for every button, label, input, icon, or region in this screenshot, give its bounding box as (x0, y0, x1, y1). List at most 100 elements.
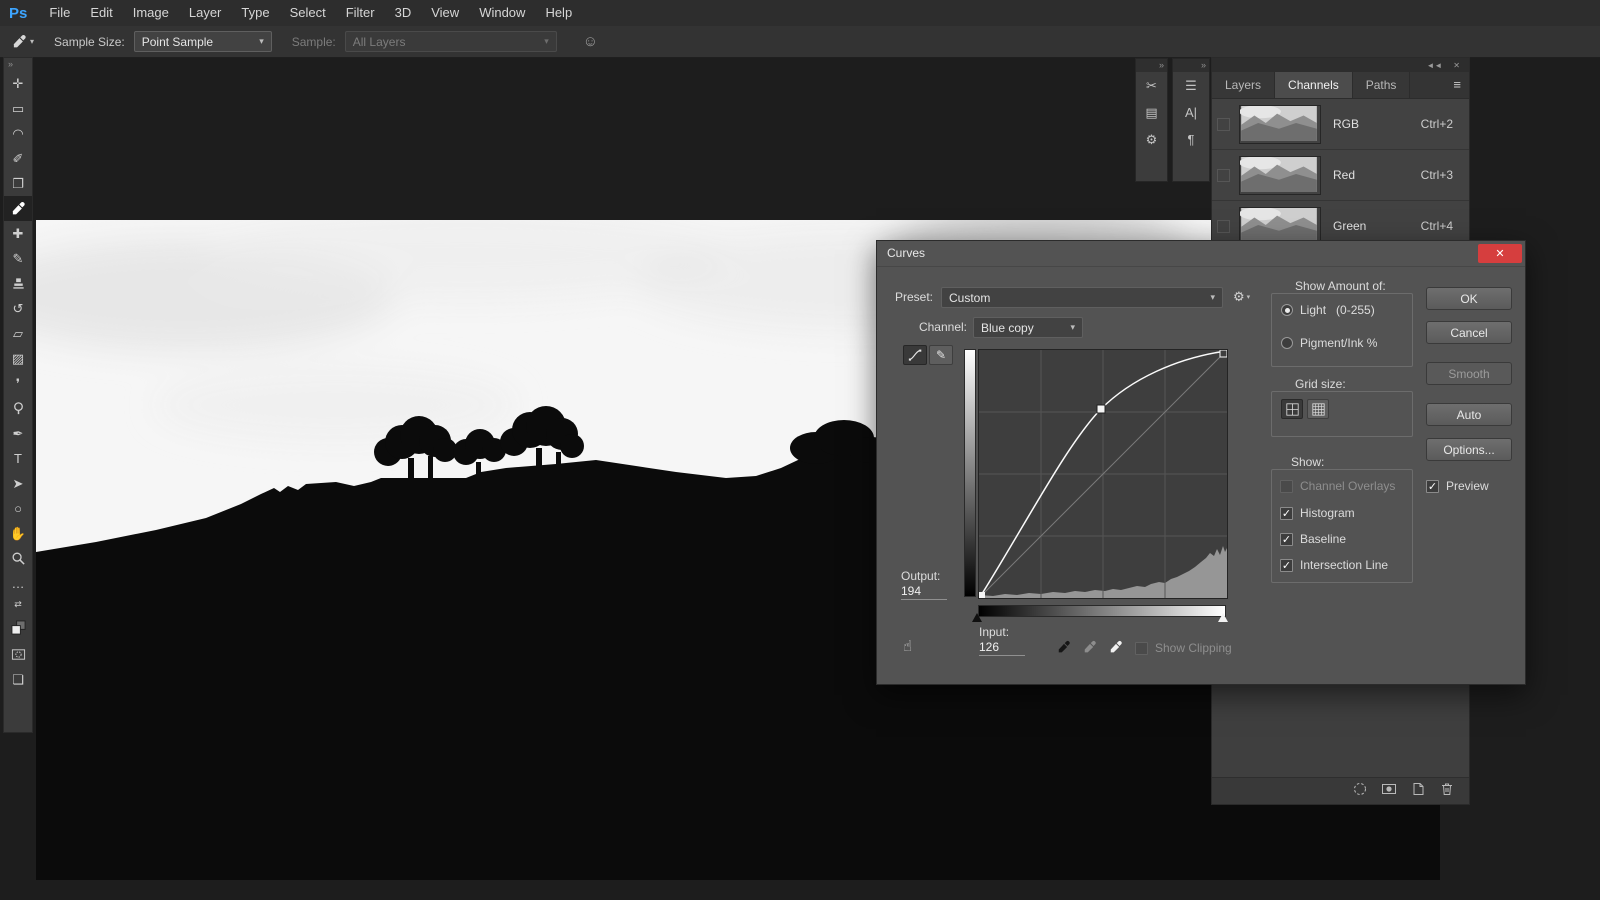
sliders-icon[interactable]: ☰ (1173, 72, 1209, 99)
black-point-eyedropper-icon[interactable] (1053, 637, 1075, 657)
shape-tool[interactable]: ○ (4, 496, 32, 521)
current-tool-button[interactable]: ▾ (12, 34, 34, 49)
sample-size-select[interactable]: Point Sample ▾ (134, 31, 272, 52)
history-brush-tool[interactable]: ↺ (4, 296, 32, 321)
visibility-toggle[interactable] (1217, 220, 1230, 233)
edit-points-button[interactable] (903, 345, 927, 365)
quick-select-tool[interactable]: ✐ (4, 146, 32, 171)
scissors-icon[interactable]: ✂ (1136, 72, 1167, 99)
eraser-tool[interactable]: ▱ (4, 321, 32, 346)
grid-panel-icon[interactable]: ▤ (1136, 99, 1167, 126)
menu-view[interactable]: View (421, 0, 469, 26)
expand-dock-icon[interactable]: » (1136, 59, 1167, 72)
radio-pigment[interactable]: Pigment/Ink % (1281, 336, 1377, 350)
paragraph-panel-icon[interactable]: ¶ (1173, 126, 1209, 153)
visibility-toggle[interactable] (1217, 118, 1230, 131)
show-option-intersection-line[interactable]: ✓Intersection Line (1280, 558, 1388, 572)
channel-row-rgb[interactable]: RGBCtrl+2 (1212, 99, 1469, 150)
channel-row-red[interactable]: RedCtrl+3 (1212, 150, 1469, 201)
save-mask-icon[interactable] (1381, 781, 1397, 802)
white-point-slider[interactable] (1218, 613, 1228, 622)
checkbox[interactable]: ✓ (1280, 533, 1293, 546)
visibility-toggle[interactable] (1217, 169, 1230, 182)
white-point-eyedropper-icon[interactable] (1105, 637, 1127, 657)
curve-grid[interactable] (978, 349, 1228, 599)
collapse-panels-icon[interactable]: ◄◄ (1426, 61, 1442, 70)
output-value[interactable]: 194 (901, 584, 947, 600)
expand-dock-icon[interactable]: » (1173, 59, 1209, 72)
menu-3d[interactable]: 3D (385, 0, 422, 26)
tab-channels[interactable]: Channels (1275, 72, 1353, 98)
sample-select[interactable]: All Layers ▾ (345, 31, 557, 52)
radio-light[interactable]: Light (0-255) (1281, 303, 1375, 317)
menu-filter[interactable]: Filter (336, 0, 385, 26)
preview-row[interactable]: ✓ Preview (1426, 479, 1489, 493)
dodge-tool[interactable] (4, 396, 32, 421)
checkbox[interactable]: ✓ (1280, 507, 1293, 520)
show-option-histogram[interactable]: ✓Histogram (1280, 506, 1355, 520)
gray-point-eyedropper-icon[interactable] (1079, 637, 1101, 657)
preview-checkbox[interactable]: ✓ (1426, 480, 1439, 493)
color-swatches[interactable] (4, 612, 32, 642)
swap-colors[interactable]: ⇄ (4, 596, 32, 612)
smooth-button[interactable]: Smooth (1426, 362, 1512, 385)
black-point-slider[interactable] (972, 613, 982, 622)
quick-mask[interactable] (4, 642, 32, 667)
simple-grid-button[interactable] (1281, 399, 1303, 419)
detailed-grid-button[interactable] (1307, 399, 1329, 419)
menu-file[interactable]: File (39, 0, 80, 26)
menu-image[interactable]: Image (123, 0, 179, 26)
menu-select[interactable]: Select (280, 0, 336, 26)
menu-layer[interactable]: Layer (179, 0, 232, 26)
sampling-ring-icon[interactable]: ☺ (583, 33, 598, 50)
options-button[interactable]: Options... (1426, 438, 1512, 461)
pen-tool[interactable]: ✒ (4, 421, 32, 446)
targeted-adjustment-icon[interactable]: ☝ (903, 637, 912, 655)
preset-select[interactable]: Custom ▾ (941, 287, 1223, 308)
close-dialog-button[interactable]: ✕ (1478, 244, 1522, 263)
lasso-tool[interactable]: ◠ (4, 121, 32, 146)
checkbox[interactable]: ✓ (1280, 559, 1293, 572)
clone-stamp-tool[interactable] (4, 271, 32, 296)
gradient-tool[interactable]: ▨ (4, 346, 32, 371)
blur-tool[interactable]: ❜ (4, 371, 32, 396)
healing-brush-tool[interactable]: ✚ (4, 221, 32, 246)
input-value[interactable]: 126 (979, 640, 1025, 656)
hand-tool[interactable]: ✋ (4, 521, 32, 546)
menu-window[interactable]: Window (469, 0, 535, 26)
eyedropper-tool[interactable] (4, 196, 32, 221)
channel-select[interactable]: Blue copy ▾ (973, 317, 1083, 338)
show-clipping-row[interactable]: ✓ Show Clipping (1135, 641, 1232, 655)
radio-button[interactable] (1281, 304, 1293, 316)
menu-help[interactable]: Help (535, 0, 582, 26)
show-option-baseline[interactable]: ✓Baseline (1280, 532, 1346, 546)
collapse-dock-icon[interactable]: » (4, 58, 32, 71)
tab-paths[interactable]: Paths (1353, 72, 1411, 98)
auto-button[interactable]: Auto (1426, 403, 1512, 426)
screen-mode[interactable]: ❏ (4, 667, 32, 692)
zoom-tool[interactable] (4, 546, 32, 571)
move-tool[interactable]: ✛ (4, 71, 32, 96)
brush-tool[interactable]: ✎ (4, 246, 32, 271)
marquee-tool[interactable]: ▭ (4, 96, 32, 121)
draw-curve-button[interactable]: ✎ (929, 345, 953, 365)
cancel-button[interactable]: Cancel (1426, 321, 1512, 344)
path-select-tool[interactable]: ➤ (4, 471, 32, 496)
type-tool[interactable]: T (4, 446, 32, 471)
new-channel-icon[interactable] (1410, 781, 1426, 802)
more-tools[interactable]: … (4, 571, 32, 596)
crop-tool[interactable]: ❐ (4, 171, 32, 196)
radio-button[interactable] (1281, 337, 1293, 349)
load-selection-icon[interactable] (1352, 781, 1368, 802)
panel-menu-icon[interactable]: ≡ (1453, 77, 1461, 92)
ok-button[interactable]: OK (1426, 287, 1512, 310)
close-panel-icon[interactable]: ✕ (1453, 61, 1460, 70)
preset-options-button[interactable]: ⚙▾ (1233, 289, 1250, 305)
menu-edit[interactable]: Edit (80, 0, 122, 26)
menu-type[interactable]: Type (231, 0, 279, 26)
show-clipping-checkbox[interactable]: ✓ (1135, 642, 1148, 655)
character-panel-icon[interactable]: A| (1173, 99, 1209, 126)
delete-channel-icon[interactable] (1439, 781, 1455, 802)
dialog-title-bar[interactable]: Curves ✕ (877, 241, 1525, 267)
show-option-channel-overlays[interactable]: ✓Channel Overlays (1280, 479, 1395, 493)
